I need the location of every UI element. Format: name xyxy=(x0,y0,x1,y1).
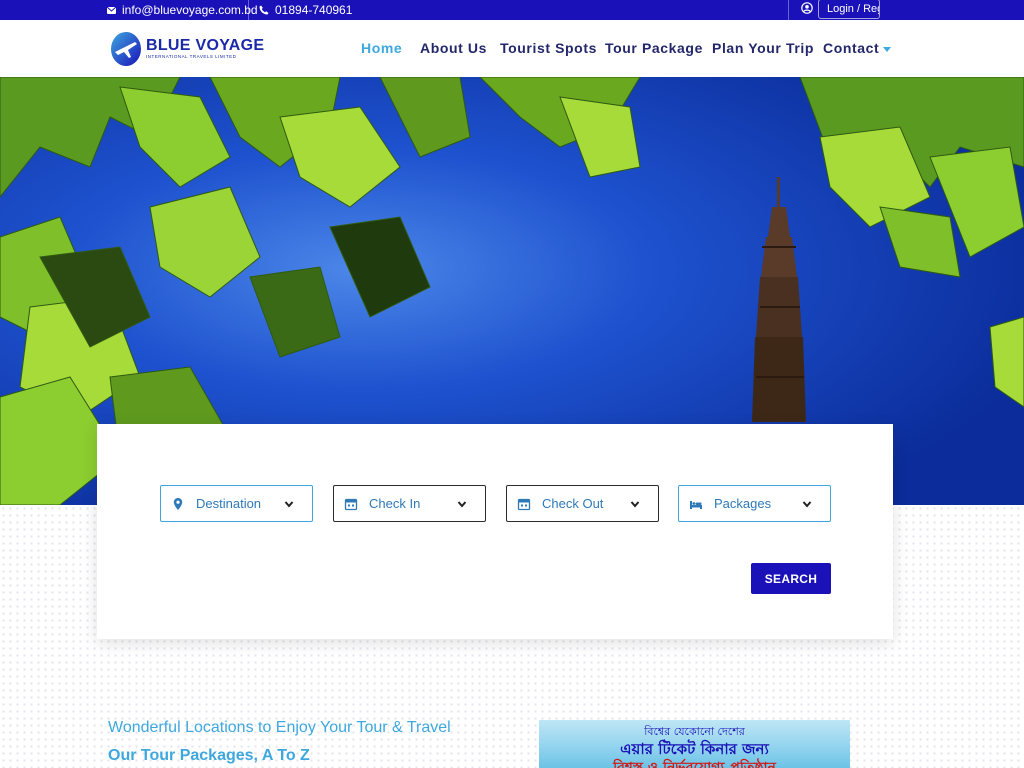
destination-select[interactable]: Destination xyxy=(160,485,313,522)
user-circle-icon[interactable] xyxy=(801,2,813,14)
calendar-icon xyxy=(517,498,531,511)
divider xyxy=(248,0,249,20)
nav-tour-package[interactable]: Tour Package xyxy=(605,40,703,56)
map-pin-icon xyxy=(173,498,183,510)
chevron-down-icon xyxy=(284,501,294,508)
section-tagline: Wonderful Locations to Enjoy Your Tour &… xyxy=(108,719,451,736)
chevron-down-icon xyxy=(457,501,467,508)
chevron-down-icon xyxy=(802,501,812,508)
nav-contact-label: Contact xyxy=(823,40,880,56)
main-nav: Home About Us Tourist Spots Tour Package… xyxy=(0,20,1024,77)
search-panel: Destination Check In Check Out Packages … xyxy=(97,424,893,639)
section-title: Our Tour Packages, A To Z xyxy=(108,747,310,764)
top-contact-bar: info@bluevoyage.com.bd 01894-740961 Logi… xyxy=(0,0,1024,20)
nav-contact[interactable]: Contact xyxy=(823,40,892,56)
chevron-down-icon xyxy=(630,501,640,508)
promo-line-3: বিশ্বস্ত ও নির্ভরযোগ্য প্রতিষ্ঠান xyxy=(613,760,776,768)
search-button[interactable]: SEARCH xyxy=(751,563,831,594)
nav-tourist-spots[interactable]: Tourist Spots xyxy=(500,40,597,56)
login-register-button[interactable]: Login / Register xyxy=(818,0,880,19)
email-text: info@bluevoyage.com.bd xyxy=(122,3,258,17)
bed-icon xyxy=(690,501,702,509)
packages-select[interactable]: Packages xyxy=(678,485,831,522)
phone-contact[interactable]: 01894-740961 xyxy=(259,0,352,20)
nav-plan-your-trip[interactable]: Plan Your Trip xyxy=(712,40,814,56)
phone-text: 01894-740961 xyxy=(275,3,353,17)
nav-about-us[interactable]: About Us xyxy=(420,40,487,56)
email-contact[interactable]: info@bluevoyage.com.bd xyxy=(107,0,258,20)
promo-banner[interactable]: বিশ্বের যেকোনো দেশের এয়ার টিকেট কিনার জ… xyxy=(539,720,850,768)
divider xyxy=(788,0,789,20)
destination-label: Destination xyxy=(196,496,262,511)
check-in-label: Check In xyxy=(369,496,421,511)
packages-label: Packages xyxy=(714,496,772,511)
envelope-icon xyxy=(107,6,116,14)
chevron-down-icon xyxy=(883,46,892,52)
nav-home[interactable]: Home xyxy=(361,40,402,56)
check-out-label: Check Out xyxy=(542,496,604,511)
phone-icon xyxy=(259,5,269,15)
check-in-field[interactable]: Check In xyxy=(333,485,486,522)
site-header: BLUE VOYAGE INTERNATIONAL TRAVELS LIMITE… xyxy=(0,20,1024,77)
check-out-field[interactable]: Check Out xyxy=(506,485,659,522)
calendar-icon xyxy=(344,498,358,511)
